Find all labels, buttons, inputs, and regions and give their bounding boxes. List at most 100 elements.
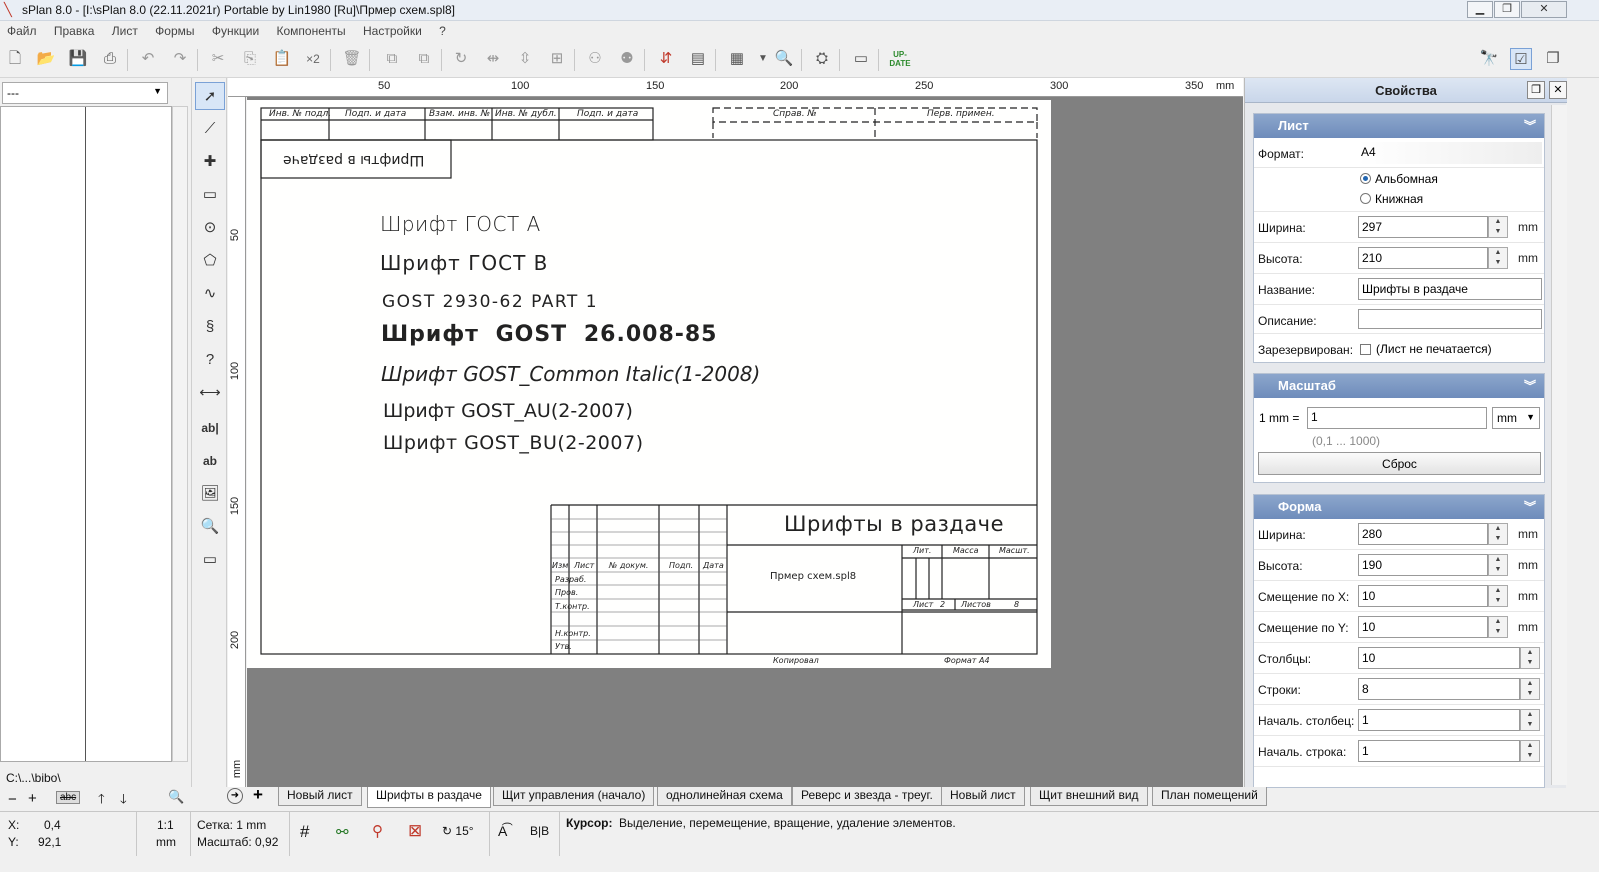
pages-icon[interactable]: ❐ bbox=[1542, 48, 1564, 70]
polyline-tool-icon[interactable]: ⟋ bbox=[195, 115, 225, 143]
sheet-section-header[interactable]: Лист ︾ bbox=[1254, 114, 1544, 138]
image-tool-icon[interactable]: 🖼 bbox=[195, 480, 225, 508]
columns-spinner[interactable]: ▲ ▼ bbox=[1520, 647, 1540, 669]
rows-input[interactable]: 8 bbox=[1358, 678, 1520, 700]
sheet-tab-active[interactable]: Шрифты в раздаче bbox=[367, 787, 491, 808]
columns-input[interactable]: 10 bbox=[1358, 647, 1520, 669]
grid-dropdown-icon[interactable]: ▼ bbox=[752, 48, 774, 70]
properties-toggle-icon[interactable]: ☑ bbox=[1510, 48, 1532, 70]
arrow-up-icon[interactable]: 🡑 bbox=[98, 790, 105, 812]
restore-button[interactable]: ❐ bbox=[1494, 1, 1520, 18]
next-tab-icon[interactable]: ➜ bbox=[227, 788, 243, 804]
library-scrollbar[interactable] bbox=[172, 106, 188, 762]
sheet-tab[interactable]: План помещений bbox=[1152, 787, 1267, 806]
search-icon[interactable]: 🔍 bbox=[168, 789, 184, 805]
add-tab-icon[interactable]: + bbox=[253, 785, 263, 805]
zoom-icon[interactable]: 🔍 bbox=[773, 48, 795, 70]
collapse-icon[interactable]: ︾ bbox=[1524, 117, 1536, 134]
sheet-tab[interactable]: Новый лист bbox=[278, 787, 362, 806]
minimize-button[interactable]: ▁ bbox=[1467, 1, 1493, 18]
freehand-tool-icon[interactable]: § bbox=[195, 313, 225, 341]
dimension-tool-icon[interactable]: ⟷ bbox=[195, 379, 225, 407]
parts-list-icon[interactable]: ▤ bbox=[687, 48, 709, 70]
junction-tool-icon[interactable]: ✚ bbox=[195, 148, 225, 176]
properties-scrollbar[interactable] bbox=[1551, 105, 1567, 785]
rectangle-tool-icon[interactable]: ▭ bbox=[195, 181, 225, 209]
rotate-icon[interactable]: ↻ bbox=[450, 48, 472, 70]
sheet-tab[interactable]: однолинейная схема bbox=[657, 787, 792, 806]
close-panel-icon[interactable]: ✕ bbox=[1549, 81, 1567, 99]
select-tool-icon[interactable]: ➚ bbox=[195, 82, 225, 110]
mirror-text-icon[interactable]: B|B bbox=[530, 824, 549, 838]
grid-snap-icon[interactable]: # bbox=[300, 822, 309, 842]
text-frame-tool-icon[interactable]: ab bbox=[195, 447, 225, 475]
offset-y-input[interactable]: 10 bbox=[1358, 616, 1488, 638]
sheet-tab[interactable]: Щит управления (начало) bbox=[493, 787, 655, 806]
ungroup-icon[interactable]: ⚉ bbox=[616, 48, 638, 70]
mirror-h-icon[interactable]: ⇹ bbox=[482, 48, 504, 70]
duplicate-button[interactable]: ×2 bbox=[302, 48, 324, 70]
sheet-tab[interactable]: Щит внешний вид bbox=[1030, 787, 1148, 806]
sheet-tab[interactable]: Новый лист bbox=[941, 787, 1025, 806]
zoom-tool-icon[interactable]: 🔍 bbox=[195, 513, 225, 541]
drawing-sheet[interactable]: Инв. № подл. Подп. и дата Взам. инв. № И… bbox=[247, 100, 1051, 668]
cut-icon[interactable]: ✂ bbox=[207, 48, 229, 70]
search-field[interactable]: abc bbox=[56, 791, 81, 804]
angle-snap-button[interactable]: ↻ 15° bbox=[442, 824, 474, 838]
form-width-spinner[interactable]: ▲ ▼ bbox=[1488, 523, 1508, 545]
reset-button[interactable]: Сброс bbox=[1258, 452, 1541, 475]
paste-icon[interactable]: 📋 bbox=[271, 48, 293, 70]
collapse-icon[interactable]: ︾ bbox=[1524, 498, 1536, 515]
group-icon[interactable]: ⚇ bbox=[584, 48, 606, 70]
scale-input[interactable]: 1 bbox=[1307, 407, 1487, 429]
layers-icon[interactable]: ⛭ bbox=[811, 48, 833, 70]
menu-sheet[interactable]: Лист bbox=[105, 21, 145, 38]
form-section-header[interactable]: Форма ︾ bbox=[1254, 495, 1544, 519]
form-height-spinner[interactable]: ▲ ▼ bbox=[1488, 554, 1508, 576]
width-input[interactable]: 297 bbox=[1358, 216, 1488, 238]
find-icon[interactable]: 🔭 bbox=[1478, 48, 1500, 70]
offset-y-spinner[interactable]: ▲ ▼ bbox=[1488, 616, 1508, 638]
format-select[interactable]: A4 bbox=[1358, 142, 1542, 164]
menu-functions[interactable]: Функции bbox=[205, 21, 266, 38]
form-height-input[interactable]: 190 bbox=[1358, 554, 1488, 576]
name-input[interactable]: Шрифты в раздаче bbox=[1358, 278, 1542, 300]
start-row-spinner[interactable]: ▲ ▼ bbox=[1520, 740, 1540, 762]
copy-icon[interactable]: ⎘ bbox=[239, 48, 261, 70]
reserved-checkbox[interactable] bbox=[1360, 344, 1371, 355]
width-spinner[interactable]: ▲ ▼ bbox=[1488, 216, 1508, 238]
menu-components[interactable]: Компоненты bbox=[270, 21, 353, 38]
start-column-input[interactable]: 1 bbox=[1358, 709, 1520, 731]
library-list[interactable] bbox=[0, 106, 172, 762]
send-back-icon[interactable]: ⧉ bbox=[413, 48, 435, 70]
menu-settings[interactable]: Настройки bbox=[356, 21, 429, 38]
redo-icon[interactable]: ↷ bbox=[169, 48, 191, 70]
scale-unit-select[interactable]: mm ▼ bbox=[1492, 407, 1540, 429]
delete-icon[interactable]: 🗑 bbox=[341, 48, 363, 70]
save-icon[interactable]: 💾 bbox=[67, 48, 89, 70]
arrow-down-icon[interactable]: 🡓 bbox=[120, 790, 127, 812]
update-button[interactable]: UP-DATE bbox=[889, 48, 911, 70]
no-snap-icon[interactable]: ⊠ bbox=[408, 821, 422, 841]
magnet-icon[interactable]: ⚲ bbox=[372, 822, 383, 840]
screen-icon[interactable]: ▭ bbox=[850, 48, 872, 70]
text-rotate-icon[interactable]: A͡ bbox=[498, 823, 507, 839]
landscape-radio[interactable]: Альбомная bbox=[1360, 172, 1438, 186]
help-tool-icon[interactable]: ? bbox=[195, 346, 225, 374]
form-width-input[interactable]: 280 bbox=[1358, 523, 1488, 545]
menu-forms[interactable]: Формы bbox=[148, 21, 201, 38]
open-folder-icon[interactable]: 📂 bbox=[35, 48, 57, 70]
scale-section-header[interactable]: Масштаб ︾ bbox=[1254, 374, 1544, 398]
menu-file[interactable]: Файл bbox=[0, 21, 44, 38]
library-select[interactable]: --- ▼ bbox=[2, 82, 168, 104]
offset-x-input[interactable]: 10 bbox=[1358, 585, 1488, 607]
new-file-icon[interactable]: 🗋 bbox=[4, 48, 26, 70]
sheet-tab[interactable]: Реверс и звезда - треуг. bbox=[792, 787, 942, 806]
grid-icon[interactable]: ▦ bbox=[726, 48, 748, 70]
drawing-canvas[interactable]: Инв. № подл. Подп. и дата Взам. инв. № И… bbox=[247, 97, 1243, 787]
menu-edit[interactable]: Правка bbox=[47, 21, 102, 38]
bezier-tool-icon[interactable]: ∿ bbox=[195, 280, 225, 308]
menu-help[interactable]: ? bbox=[432, 21, 453, 38]
measure-tool-icon[interactable]: ▭ bbox=[195, 546, 225, 574]
numbering-icon[interactable]: ⇵ bbox=[655, 48, 677, 70]
